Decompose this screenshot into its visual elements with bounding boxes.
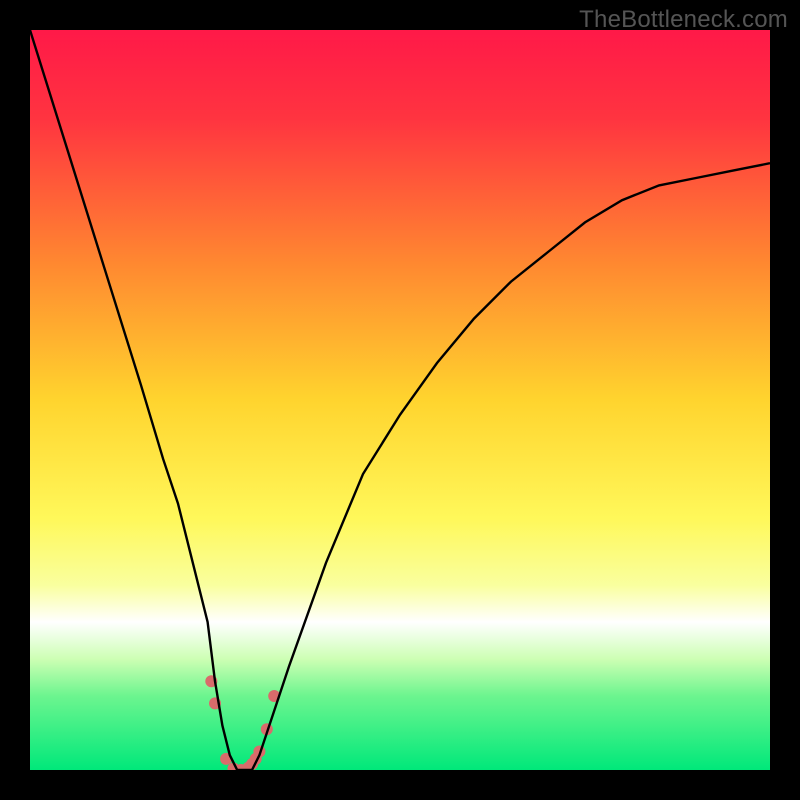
chart-svg [30, 30, 770, 770]
watermark-text: TheBottleneck.com [579, 6, 788, 34]
chart-background [30, 30, 770, 770]
plot-area [30, 30, 770, 770]
chart-frame: TheBottleneck.com [0, 0, 800, 800]
